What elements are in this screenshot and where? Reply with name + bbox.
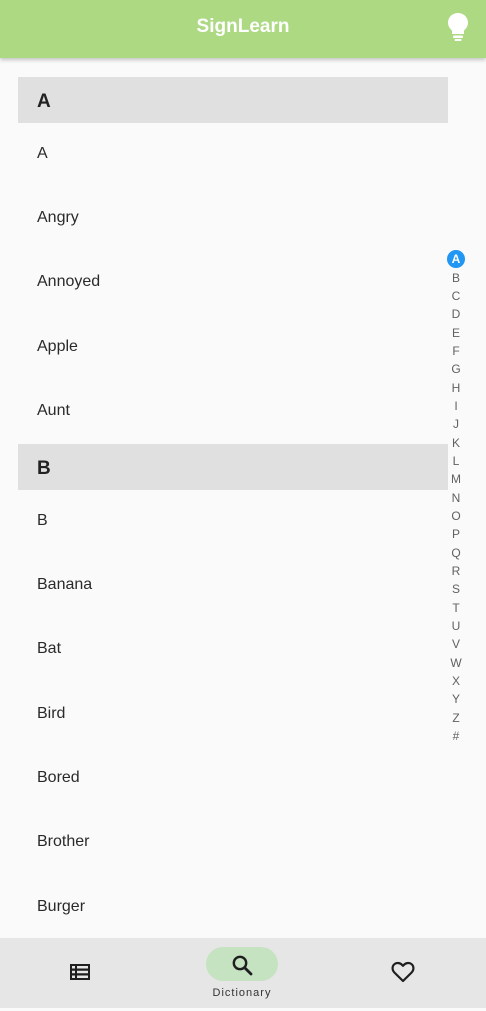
word-label: B [37, 512, 48, 529]
list-item[interactable]: Burger [0, 876, 440, 938]
section-header-a: A [18, 77, 448, 123]
word-label: Bat [37, 640, 62, 657]
word-list[interactable]: A A Angry Annoyed Apple Aunt B B Banana … [0, 58, 486, 938]
list-item[interactable]: Apple [0, 316, 440, 380]
list-item[interactable]: Angry [0, 187, 440, 251]
index-letter-y[interactable]: Y [445, 690, 467, 708]
word-label: Annoyed [37, 273, 101, 290]
index-letter-k[interactable]: K [445, 434, 467, 452]
nav-dictionary-label: Dictionary [212, 987, 272, 999]
word-label: Bored [37, 769, 80, 786]
index-letter-z[interactable]: Z [445, 709, 467, 727]
list-item[interactable]: B [0, 490, 440, 554]
word-label: Bird [37, 705, 66, 722]
index-letter-u[interactable]: U [445, 617, 467, 635]
section-header-b: B [18, 444, 448, 490]
list-item[interactable]: Bat [0, 618, 440, 682]
section-letter: B [37, 458, 51, 479]
lightbulb-icon[interactable] [448, 13, 468, 41]
word-label: Apple [37, 338, 78, 355]
list-item[interactable]: Annoyed [0, 251, 440, 315]
index-letter-hash[interactable]: # [445, 727, 467, 745]
section-letter: A [37, 91, 51, 112]
word-label: Aunt [37, 402, 70, 419]
index-letter-j[interactable]: J [445, 415, 467, 433]
index-letter-w[interactable]: W [445, 654, 467, 672]
index-letter-g[interactable]: G [445, 360, 467, 378]
index-letter-p[interactable]: P [445, 525, 467, 543]
word-label: Angry [37, 209, 79, 226]
index-letter-o[interactable]: O [445, 507, 467, 525]
index-letter-t[interactable]: T [445, 599, 467, 617]
app-bar: SignLearn [0, 0, 486, 58]
index-letter-f[interactable]: F [445, 342, 467, 360]
list-item[interactable]: Bird [0, 683, 440, 747]
list-icon[interactable] [66, 960, 94, 984]
app-title: SignLearn [196, 16, 290, 37]
list-item[interactable]: Aunt [0, 380, 440, 444]
list-item[interactable]: Banana [0, 554, 440, 618]
list-item[interactable]: Bored [0, 747, 440, 811]
app-root: SignLearn A A Angry Annoyed Apple Aunt B… [0, 0, 486, 1011]
nav-dictionary[interactable]: Dictionary [206, 947, 278, 1007]
word-label: A [37, 145, 48, 162]
index-letter-r[interactable]: R [445, 562, 467, 580]
index-letter-q[interactable]: Q [445, 544, 467, 562]
index-letter-n[interactable]: N [445, 489, 467, 507]
word-label: Brother [37, 833, 90, 850]
index-letter-c[interactable]: C [445, 287, 467, 305]
index-letter-s[interactable]: S [445, 580, 467, 598]
index-letter-d[interactable]: D [445, 305, 467, 323]
index-letter-x[interactable]: X [445, 672, 467, 690]
index-letter-m[interactable]: M [445, 470, 467, 488]
index-letter-a[interactable]: A [447, 250, 465, 268]
index-letter-h[interactable]: H [445, 379, 467, 397]
list-item[interactable]: Brother [0, 811, 440, 875]
heart-icon[interactable] [390, 959, 416, 985]
word-label: Banana [37, 576, 93, 593]
index-letter-l[interactable]: L [445, 452, 467, 470]
index-letter-i[interactable]: I [445, 397, 467, 415]
index-letter-b[interactable]: B [445, 269, 467, 287]
index-letter-v[interactable]: V [445, 635, 467, 653]
bottom-navigation: Dictionary [0, 938, 486, 1008]
list-item[interactable]: A [0, 123, 440, 187]
word-label: Burger [37, 898, 86, 915]
search-icon [232, 955, 253, 976]
index-letter-e[interactable]: E [445, 324, 467, 342]
